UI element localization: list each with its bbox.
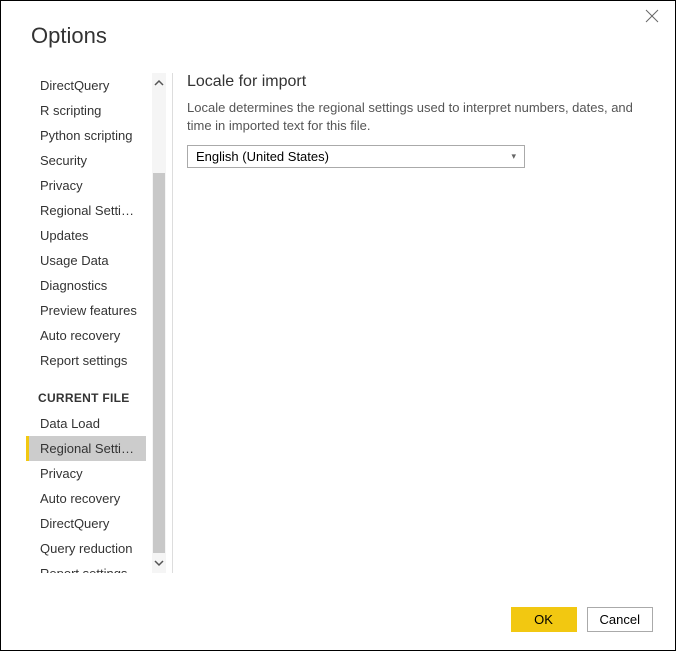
cancel-button[interactable]: Cancel bbox=[587, 607, 653, 632]
sidebar-item-updates[interactable]: Updates bbox=[26, 223, 146, 248]
footer: OK Cancel bbox=[511, 607, 653, 632]
chevron-up-icon bbox=[154, 78, 164, 88]
main-heading: Locale for import bbox=[187, 73, 645, 91]
sidebar-item-regional-settings[interactable]: Regional Settings bbox=[26, 198, 146, 223]
main-panel: Locale for import Locale determines the … bbox=[187, 73, 675, 593]
sidebar: DirectQuery R scripting Python scripting… bbox=[26, 73, 166, 573]
sidebar-item-report-settings-file[interactable]: Report settings bbox=[26, 561, 146, 573]
sidebar-item-preview-features[interactable]: Preview features bbox=[26, 298, 146, 323]
sidebar-item-privacy-file[interactable]: Privacy bbox=[26, 461, 146, 486]
dropdown-value: English (United States) bbox=[196, 149, 329, 164]
sidebar-item-r-scripting[interactable]: R scripting bbox=[26, 98, 146, 123]
vertical-divider bbox=[172, 73, 173, 573]
scrollbar[interactable] bbox=[152, 73, 166, 573]
content-area: DirectQuery R scripting Python scripting… bbox=[1, 73, 675, 593]
sidebar-item-usage-data[interactable]: Usage Data bbox=[26, 248, 146, 273]
close-icon bbox=[645, 9, 659, 23]
sidebar-item-diagnostics[interactable]: Diagnostics bbox=[26, 273, 146, 298]
close-button[interactable] bbox=[645, 9, 663, 27]
scroll-thumb[interactable] bbox=[153, 173, 165, 553]
sidebar-item-directquery[interactable]: DirectQuery bbox=[26, 73, 146, 98]
sidebar-item-auto-recovery-file[interactable]: Auto recovery bbox=[26, 486, 146, 511]
sidebar-item-report-settings[interactable]: Report settings bbox=[26, 348, 146, 373]
sidebar-section-header: CURRENT FILE bbox=[26, 373, 146, 411]
main-description: Locale determines the regional settings … bbox=[187, 99, 645, 135]
sidebar-item-security[interactable]: Security bbox=[26, 148, 146, 173]
sidebar-item-query-reduction[interactable]: Query reduction bbox=[26, 536, 146, 561]
chevron-down-icon bbox=[154, 558, 164, 568]
sidebar-item-regional-settings-file[interactable]: Regional Settings bbox=[26, 436, 146, 461]
chevron-down-icon: ▾ bbox=[511, 151, 516, 162]
sidebar-item-privacy[interactable]: Privacy bbox=[26, 173, 146, 198]
dialog-title: Options bbox=[1, 1, 675, 49]
sidebar-item-python-scripting[interactable]: Python scripting bbox=[26, 123, 146, 148]
sidebar-item-data-load[interactable]: Data Load bbox=[26, 411, 146, 436]
ok-button[interactable]: OK bbox=[511, 607, 577, 632]
locale-dropdown[interactable]: English (United States) ▾ bbox=[187, 145, 525, 168]
scroll-up-button[interactable] bbox=[152, 73, 166, 93]
scroll-down-button[interactable] bbox=[152, 553, 166, 573]
sidebar-item-directquery-file[interactable]: DirectQuery bbox=[26, 511, 146, 536]
sidebar-item-auto-recovery[interactable]: Auto recovery bbox=[26, 323, 146, 348]
